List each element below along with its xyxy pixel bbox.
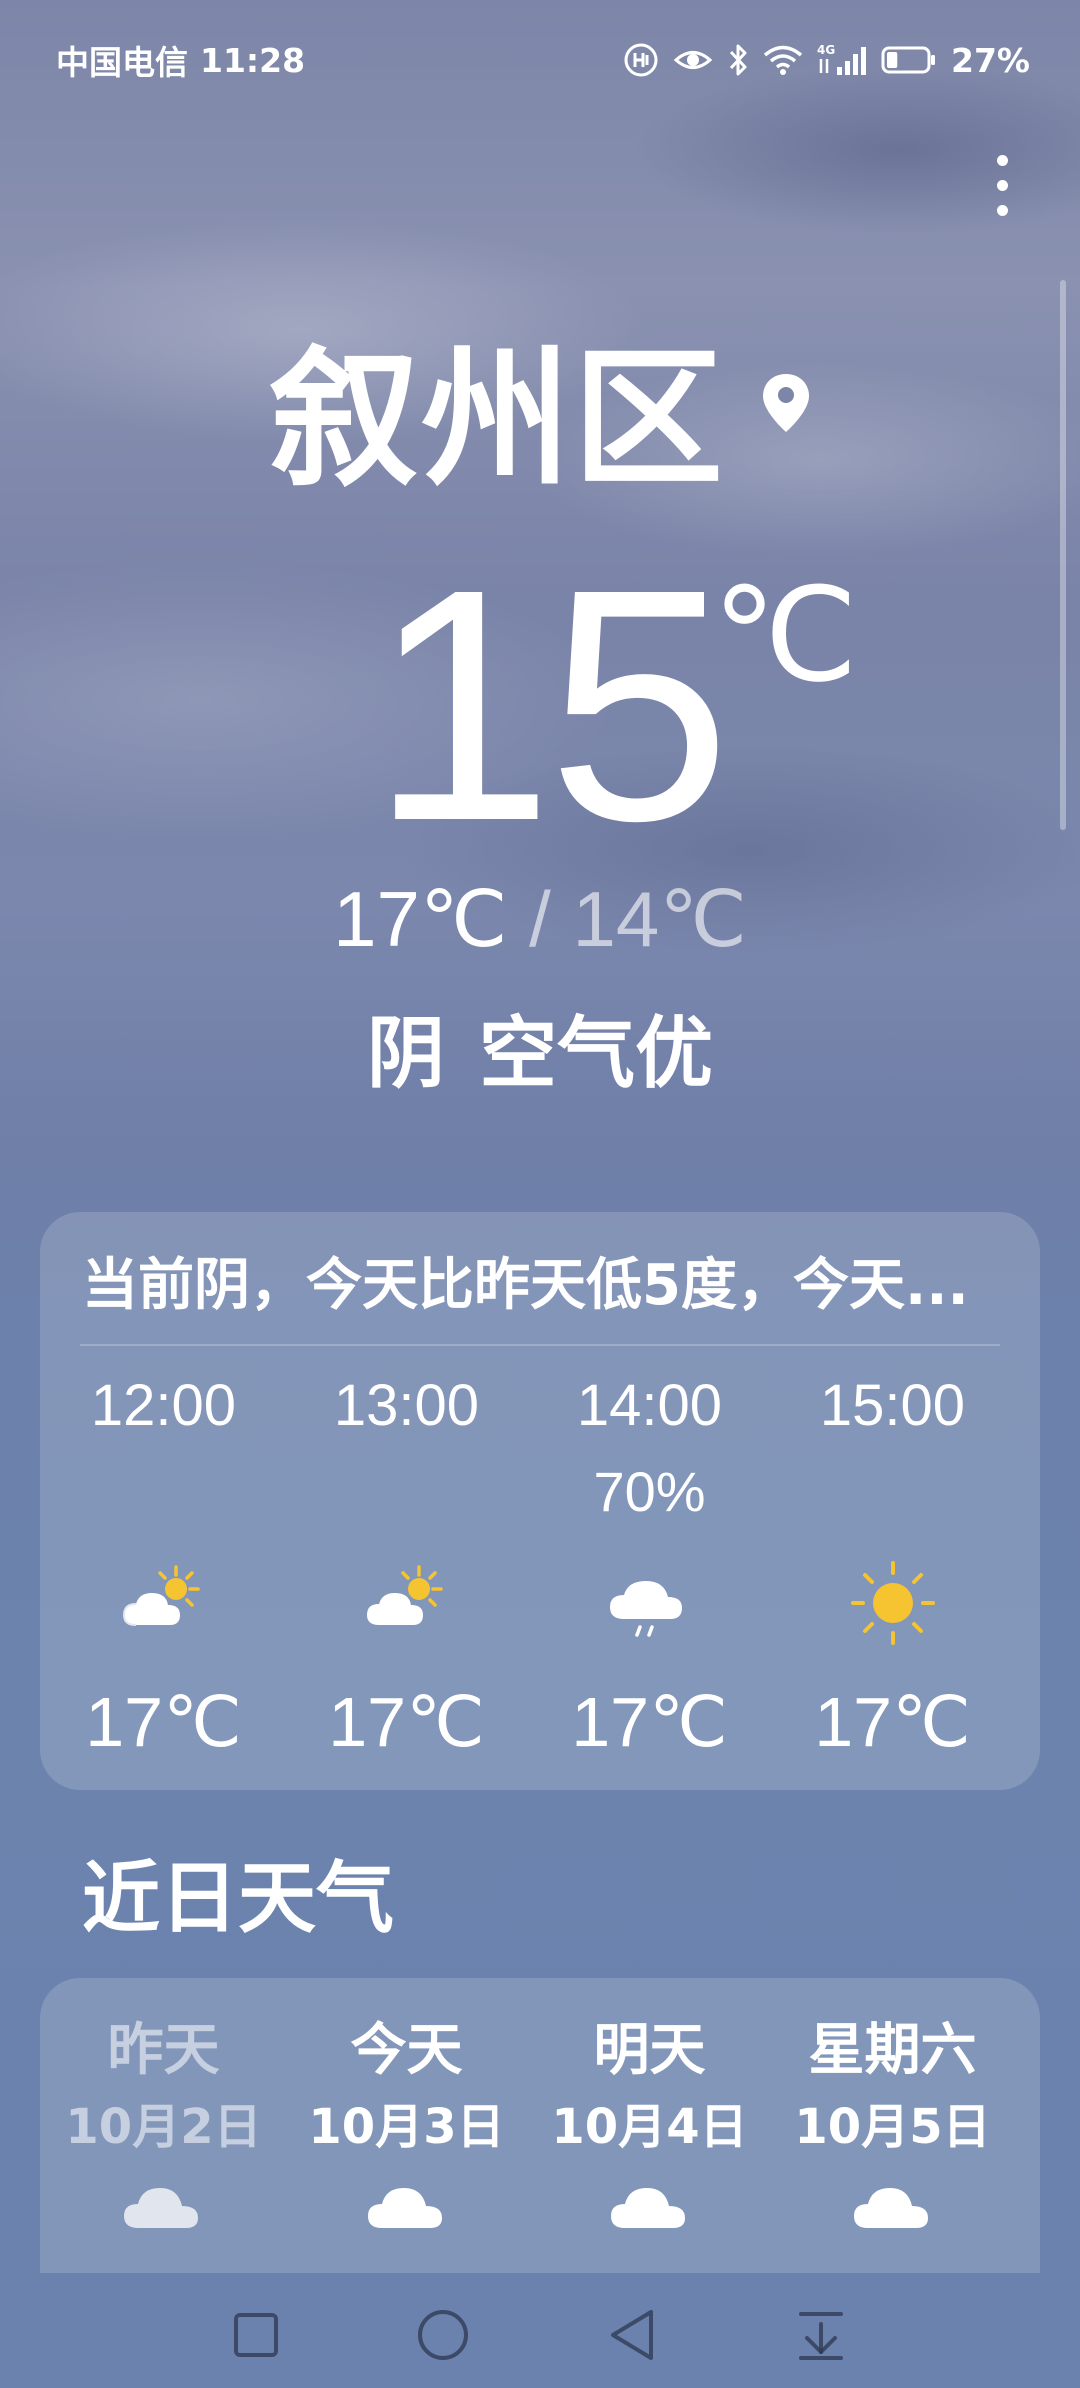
day-date: 10月4日 — [551, 2099, 748, 2155]
battery-icon — [881, 45, 937, 75]
rain-cloud-icon — [600, 1553, 700, 1653]
back-icon[interactable] — [597, 2300, 667, 2370]
eye-icon — [673, 45, 713, 75]
city-name: 叙州区 — [268, 333, 725, 507]
clock: 11:28 — [200, 40, 306, 80]
day-name: 明天 — [593, 2018, 706, 2083]
day-date: 10月2日 — [65, 2099, 262, 2155]
day-date: 10月3日 — [308, 2099, 505, 2155]
status-right: 4G 27% — [623, 41, 1030, 80]
location-header[interactable]: 叙州区 — [0, 345, 1080, 495]
hour-temp: 17℃ — [85, 1683, 242, 1761]
day-item[interactable]: 昨天 10月2日 — [42, 2018, 285, 2155]
day-item[interactable]: 今天 10月3日 — [285, 2018, 528, 2155]
cloudy-icon — [120, 2178, 204, 2234]
air-quality[interactable]: 空气优 — [479, 1009, 713, 1099]
hour-time: 12:00 — [90, 1373, 237, 1438]
day-name: 昨天 — [107, 2018, 220, 2083]
high-temp: 17℃ — [333, 875, 508, 963]
status-left: 中国电信 11:28 — [56, 36, 305, 84]
hour-temp: 17℃ — [814, 1683, 971, 1761]
hourly-forecast-card[interactable]: 当前阴，今天比昨天低5度，今天... 12:00 17℃ 13:00 17℃ 1… — [40, 1212, 1040, 1790]
daily-forecast-card[interactable]: 昨天 10月2日 今天 10月3日 明天 10月4日 星期六 10月5日 — [40, 1978, 1040, 2273]
partly-sunny-icon — [114, 1553, 214, 1653]
hd-icon — [623, 42, 659, 78]
hour-precip: 70% — [593, 1460, 706, 1523]
hour-item: 14:00 70% 17℃ — [528, 1377, 771, 1777]
weather-summary[interactable]: 当前阴，今天比昨天低5度，今天... — [82, 1252, 1002, 1319]
cloudy-icon — [364, 2178, 448, 2234]
more-dot — [996, 204, 1008, 216]
cloudy-icon — [850, 2178, 934, 2234]
signal-icon: 4G — [817, 43, 867, 77]
hour-temp: 17℃ — [328, 1683, 485, 1761]
recent-apps-icon[interactable] — [221, 2300, 291, 2370]
low-temp: 14℃ — [572, 875, 747, 963]
weather-condition: 阴 — [366, 1009, 445, 1099]
temp-separator: / — [529, 875, 551, 963]
network-type-label: 4G — [817, 43, 835, 57]
status-bar: 中国电信 11:28 4G 27% — [0, 0, 1080, 120]
hour-item: 13:00 17℃ — [285, 1377, 528, 1777]
day-item[interactable]: 星期六 10月5日 — [771, 2018, 1014, 2155]
navigation-bar — [0, 2273, 1080, 2388]
condition-line: 阴空气优 — [0, 1015, 1080, 1093]
day-item[interactable]: 明天 10月4日 — [528, 2018, 771, 2155]
notification-pull-icon[interactable] — [786, 2300, 856, 2370]
recent-weather-title: 近日天气 — [82, 1854, 395, 1944]
partly-sunny-icon — [357, 1553, 457, 1653]
hour-item: 12:00 17℃ — [42, 1377, 285, 1777]
current-temp-block: 15 ℃ — [0, 540, 1080, 870]
day-name: 今天 — [350, 2018, 463, 2083]
cloudy-icon — [607, 2178, 691, 2234]
home-icon[interactable] — [408, 2300, 478, 2370]
hour-time: 13:00 — [333, 1373, 480, 1438]
hour-item: 15:00 17℃ — [771, 1377, 1014, 1777]
location-pin-icon — [761, 372, 811, 438]
more-options-button[interactable] — [972, 140, 1032, 230]
wifi-icon — [763, 44, 803, 76]
day-date: 10月5日 — [794, 2099, 991, 2155]
day-name: 星期六 — [808, 2018, 977, 2083]
bluetooth-icon — [727, 43, 749, 77]
high-low-temp: 17℃ / 14℃ — [0, 880, 1080, 958]
sunny-icon — [843, 1553, 943, 1653]
hour-time: 14:00 — [576, 1373, 723, 1438]
current-temp: 15 — [370, 520, 731, 889]
more-dot — [996, 179, 1008, 191]
hour-time: 15:00 — [819, 1373, 966, 1438]
more-dot — [996, 154, 1008, 166]
divider — [80, 1344, 1000, 1346]
temp-unit: ℃ — [712, 562, 858, 708]
battery-percent: 27% — [951, 40, 1030, 80]
hour-temp: 17℃ — [571, 1683, 728, 1761]
carrier-label: 中国电信 — [56, 43, 188, 82]
